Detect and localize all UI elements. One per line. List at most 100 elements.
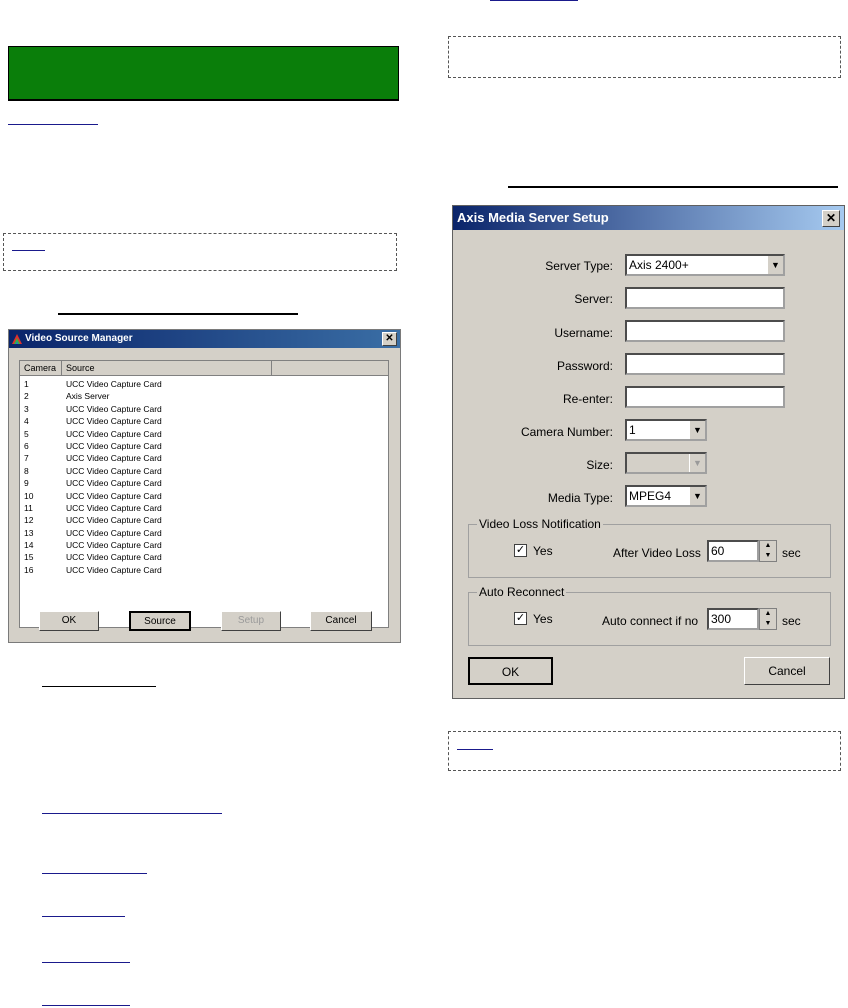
source-cell: UCC Video Capture Card: [66, 403, 162, 414]
ok-button[interactable]: OK: [468, 657, 553, 685]
link-underline[interactable]: [42, 1005, 130, 1006]
table-row[interactable]: 9 UCC Video Capture Card: [20, 477, 388, 489]
chevron-down-icon: ▼: [689, 454, 705, 472]
checkmark-icon: ✓: [515, 544, 526, 556]
table-row[interactable]: 6 UCC Video Capture Card: [20, 440, 388, 452]
media-type-select[interactable]: MPEG4 ▼: [625, 485, 707, 507]
source-cell: UCC Video Capture Card: [66, 379, 162, 389]
auto-reconnect-unit: sec: [782, 614, 801, 628]
auto-reconnect-spinner[interactable]: ▲ ▼: [759, 608, 777, 630]
video-loss-yes-label: Yes: [533, 544, 553, 558]
video-loss-checkbox[interactable]: ✓: [514, 544, 527, 557]
size-select: ▼: [625, 452, 707, 474]
server-input[interactable]: [625, 287, 785, 309]
source-cell: UCC Video Capture Card: [66, 540, 162, 551]
table-row[interactable]: 2 Axis Server: [20, 390, 388, 402]
source-cell: UCC Video Capture Card: [66, 564, 162, 575]
cancel-button[interactable]: Cancel: [744, 657, 830, 685]
camera-source-list[interactable]: Camera Source 1 UCC Video Capture Card 2 Ax…: [19, 360, 389, 628]
camera-number-cell: 16: [24, 564, 34, 575]
table-row[interactable]: 3 UCC Video Capture Card: [20, 403, 388, 415]
link-underline[interactable]: [42, 916, 125, 917]
table-row[interactable]: 4 UCC Video Capture Card: [20, 415, 388, 427]
link-underline[interactable]: [42, 813, 222, 814]
password-input[interactable]: [625, 353, 785, 375]
camera-number-cell: 15: [24, 552, 34, 563]
auto-reconnect-yes-label: Yes: [533, 612, 553, 626]
table-row[interactable]: 15 UCC Video Capture Card: [20, 551, 388, 563]
note-link-underline[interactable]: [12, 250, 45, 251]
dialog-title-bar: Video Source Manager ✕: [9, 330, 400, 348]
auto-reconnect-legend: Auto Reconnect: [477, 585, 567, 599]
table-row[interactable]: 11 UCC Video Capture Card: [20, 502, 388, 514]
video-loss-seconds-input[interactable]: 60: [707, 540, 759, 562]
note-box: [448, 36, 841, 78]
table-row[interactable]: 1 UCC Video Capture Card: [20, 378, 388, 390]
column-header-empty: [272, 361, 390, 375]
server-type-select[interactable]: Axis 2400+ ▼: [625, 254, 785, 276]
camera-number-select[interactable]: 1 ▼: [625, 419, 707, 441]
cancel-button[interactable]: Cancel: [310, 611, 372, 631]
link-underline[interactable]: [42, 873, 147, 874]
table-row[interactable]: 12 UCC Video Capture Card: [20, 514, 388, 526]
camera-number-cell: 14: [24, 540, 34, 551]
note-box: [3, 233, 397, 271]
spin-up-icon[interactable]: ▲: [760, 609, 776, 619]
server-type-label: Server Type:: [545, 259, 613, 273]
table-row[interactable]: 7 UCC Video Capture Card: [20, 452, 388, 464]
table-row[interactable]: 5 UCC Video Capture Card: [20, 428, 388, 440]
source-cell: UCC Video Capture Card: [66, 478, 162, 489]
chevron-down-icon[interactable]: ▼: [689, 421, 705, 439]
figure-caption-line: [508, 186, 838, 188]
auto-reconnect-seconds-input[interactable]: 300: [707, 608, 759, 630]
table-row[interactable]: 14 UCC Video Capture Card: [20, 539, 388, 551]
dialog-title: Axis Media Server Setup: [457, 210, 609, 225]
camera-number-cell: 6: [24, 440, 29, 451]
link-underline[interactable]: [490, 0, 578, 1]
spin-down-icon[interactable]: ▼: [760, 619, 776, 629]
source-cell: UCC Video Capture Card: [66, 453, 162, 464]
auto-connect-label: Auto connect if no: [602, 614, 699, 628]
close-icon[interactable]: ✕: [822, 210, 840, 227]
link-underline[interactable]: [42, 962, 130, 963]
video-loss-spinner[interactable]: ▲ ▼: [759, 540, 777, 562]
reenter-input[interactable]: [625, 386, 785, 408]
chevron-down-icon[interactable]: ▼: [767, 256, 783, 274]
column-header-camera[interactable]: Camera: [20, 361, 62, 375]
spin-down-icon[interactable]: ▼: [760, 551, 776, 561]
video-loss-legend: Video Loss Notification: [477, 517, 603, 531]
source-button[interactable]: Source: [129, 611, 191, 631]
auto-reconnect-checkbox[interactable]: ✓: [514, 612, 527, 625]
ok-button[interactable]: OK: [39, 611, 99, 631]
chevron-down-icon[interactable]: ▼: [689, 487, 705, 505]
figure-caption-line: [58, 313, 298, 315]
server-type-value: Axis 2400+: [629, 258, 689, 272]
camera-number-cell: 7: [24, 453, 29, 464]
table-row[interactable]: 10 UCC Video Capture Card: [20, 490, 388, 502]
dialog-title-bar: Axis Media Server Setup ✕: [453, 206, 844, 230]
source-cell: UCC Video Capture Card: [66, 502, 162, 513]
camera-number-value: 1: [629, 423, 636, 437]
camera-number-cell: 10: [24, 490, 34, 501]
camera-number-label: Camera Number:: [520, 425, 613, 439]
source-cell: UCC Video Capture Card: [66, 440, 162, 451]
setup-button[interactable]: Setup: [221, 611, 281, 631]
camera-number-cell: 12: [24, 515, 34, 526]
camera-number-cell: 13: [24, 527, 34, 538]
username-input[interactable]: [625, 320, 785, 342]
table-row[interactable]: 13 UCC Video Capture Card: [20, 527, 388, 539]
camera-number-cell: 1: [24, 379, 29, 389]
column-header-source[interactable]: Source: [62, 361, 272, 375]
link-underline[interactable]: [8, 124, 98, 125]
table-row[interactable]: 8 UCC Video Capture Card: [20, 465, 388, 477]
reenter-label: Re-enter:: [562, 392, 613, 406]
close-icon[interactable]: ✕: [382, 332, 397, 346]
table-row[interactable]: 16 UCC Video Capture Card: [20, 564, 388, 576]
camera-number-cell: 4: [24, 416, 29, 427]
source-cell: UCC Video Capture Card: [66, 527, 162, 538]
media-type-value: MPEG4: [629, 489, 672, 503]
camera-number-cell: 8: [24, 465, 29, 476]
spin-up-icon[interactable]: ▲: [760, 541, 776, 551]
note-link-underline[interactable]: [457, 749, 493, 750]
source-cell: UCC Video Capture Card: [66, 490, 162, 501]
